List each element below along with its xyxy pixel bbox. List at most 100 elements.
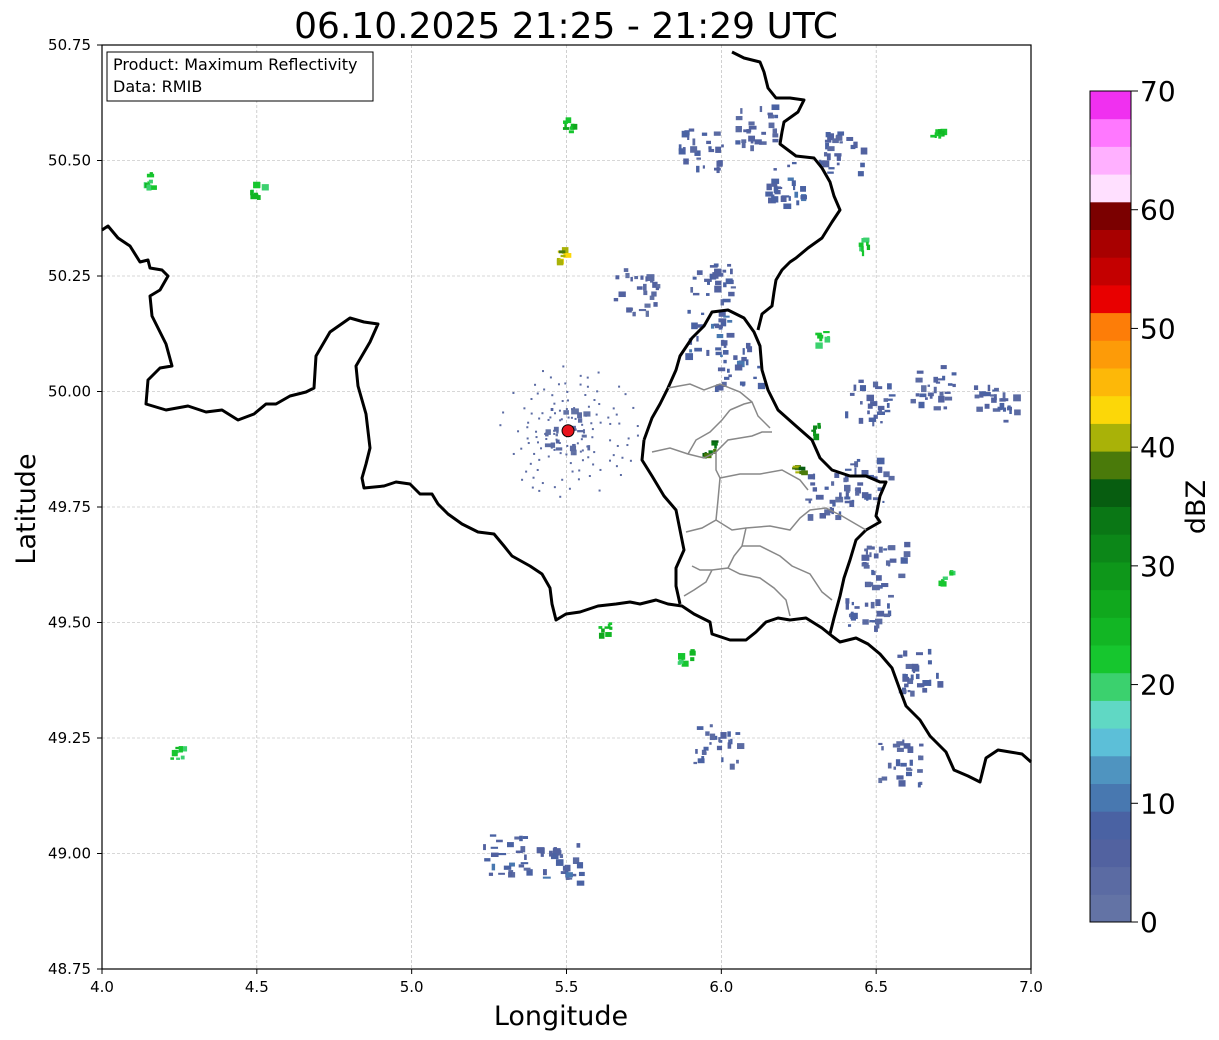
echo-pixel xyxy=(549,850,553,857)
echo-pixel xyxy=(484,858,491,862)
echo-pixel xyxy=(552,848,561,854)
clutter-pixel xyxy=(541,412,544,415)
echo-pixel xyxy=(483,844,486,851)
echo-pixel xyxy=(915,393,920,397)
clutter-pixel xyxy=(593,399,596,402)
y-tick-label-1: 49.00 xyxy=(48,845,91,863)
clutter-pixel xyxy=(512,452,515,455)
x-tick-label-4: 6.0 xyxy=(709,978,733,996)
clutter-pixel xyxy=(520,447,523,450)
echo-pixel xyxy=(807,514,814,521)
clutter-pixel xyxy=(598,403,601,406)
echo-pixel xyxy=(745,342,751,349)
echo-pixel xyxy=(834,153,842,157)
echo-pixel xyxy=(922,688,928,693)
colorbar-label: dBZ xyxy=(1181,480,1212,534)
echo-pixel xyxy=(783,203,792,210)
echo-pixel xyxy=(862,619,869,625)
echo-pixel xyxy=(943,406,948,410)
echo-pixel xyxy=(727,319,733,323)
clutter-pixel xyxy=(590,422,593,425)
clutter-pixel xyxy=(536,468,539,471)
echo-pixel xyxy=(739,381,746,386)
echo-pixel xyxy=(791,180,796,187)
echo-pixel xyxy=(851,499,855,503)
clutter-pixel xyxy=(547,418,550,421)
echo-pixel xyxy=(915,652,923,656)
clutter-pixel xyxy=(636,434,639,437)
echo-pixel xyxy=(757,365,761,369)
echo-pixel xyxy=(714,324,723,329)
colorbar-band-24 xyxy=(1090,229,1131,258)
echo-pixel xyxy=(888,545,896,551)
echo-pixel xyxy=(774,114,779,119)
echo-pixel xyxy=(640,275,644,280)
echo-pixel xyxy=(906,768,913,771)
echo-pixel xyxy=(645,276,648,282)
clutter-pixel xyxy=(558,442,561,445)
echo-pixel xyxy=(883,613,891,618)
echo-pixel xyxy=(736,759,739,764)
echo-pixel xyxy=(498,872,505,875)
echo-pixel xyxy=(991,397,997,403)
echo-pixel xyxy=(515,850,523,854)
colorbar-band-26 xyxy=(1090,174,1131,203)
echo-pixel xyxy=(750,145,754,152)
clutter-pixel xyxy=(499,424,502,427)
echo-pixel xyxy=(726,368,730,373)
echo-pixel xyxy=(726,332,735,338)
clutter-pixel xyxy=(626,444,629,447)
echo-pixel xyxy=(773,186,779,194)
clutter-pixel xyxy=(554,412,557,415)
clutter-pixel xyxy=(549,376,552,379)
clutter-pixel xyxy=(621,456,624,459)
echo-pixel xyxy=(870,601,875,609)
echo-pixel xyxy=(498,852,507,856)
echo-pixel xyxy=(850,463,857,466)
echo-pixel xyxy=(917,782,921,788)
echo-pixel xyxy=(858,417,864,424)
echo-pixel xyxy=(250,190,254,196)
echo-pixel xyxy=(565,877,573,880)
clutter-pixel xyxy=(627,437,630,440)
y-tick-label-6: 50.25 xyxy=(48,267,91,285)
x-tick-label-1: 4.5 xyxy=(245,978,269,996)
clutter-pixel xyxy=(598,489,601,492)
radar-site-marker[interactable] xyxy=(561,424,575,438)
echo-pixel xyxy=(979,394,984,398)
colorbar-band-10 xyxy=(1090,617,1131,646)
echo-pixel xyxy=(823,331,830,334)
echo-pixel xyxy=(984,403,990,409)
echo-pixel xyxy=(896,741,904,746)
echo-pixel xyxy=(898,573,906,579)
echo-pixel xyxy=(576,843,581,848)
echo-pixel xyxy=(636,286,643,290)
clutter-pixel xyxy=(531,486,534,489)
echo-pixel xyxy=(695,748,698,754)
echo-pixel xyxy=(944,396,953,401)
echo-pixel xyxy=(887,383,892,390)
echo-pixel xyxy=(819,512,826,519)
echo-pixel xyxy=(902,673,907,678)
echo-pixel xyxy=(692,292,700,296)
clutter-pixel xyxy=(571,470,574,473)
echo-pixel xyxy=(867,410,870,415)
echo-pixel xyxy=(735,732,741,735)
colorbar-band-27 xyxy=(1090,146,1131,175)
echo-pixel xyxy=(685,353,694,361)
echo-pixel xyxy=(723,359,727,364)
echo-pixel xyxy=(692,276,697,280)
echo-pixel xyxy=(828,167,835,170)
echo-pixel xyxy=(1013,394,1021,402)
echo-pixel xyxy=(997,406,1002,411)
echo-pixel xyxy=(601,628,605,633)
clutter-pixel xyxy=(597,371,600,374)
echo-pixel xyxy=(716,745,723,751)
echo-pixel xyxy=(605,632,612,637)
echo-pixel xyxy=(942,576,948,580)
y-tick-label-2: 49.25 xyxy=(48,729,91,747)
echo-pixel xyxy=(733,355,738,360)
colorbar-band-13 xyxy=(1090,534,1131,563)
y-axis-label: Latitude xyxy=(11,453,42,564)
y-tick-label-5: 50.00 xyxy=(48,383,91,401)
